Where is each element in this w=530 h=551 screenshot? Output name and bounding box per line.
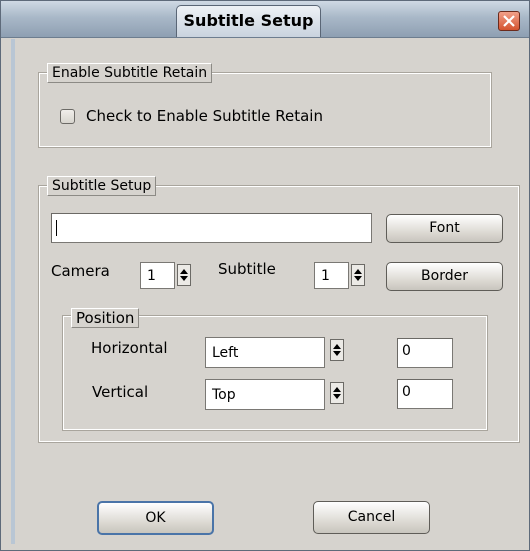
spinner-arrows-icon <box>354 269 362 281</box>
vertical-label: Vertical <box>92 383 149 401</box>
vertical-offset-input[interactable]: 0 <box>397 379 453 409</box>
spinner-arrows-icon <box>333 344 341 356</box>
subtitle-setup-dialog: Subtitle Setup Enable Subtitle Retain Ch… <box>0 0 530 551</box>
position-group <box>62 315 488 431</box>
window-side-strip <box>11 39 15 544</box>
retain-checkbox-label[interactable]: Check to Enable Subtitle Retain <box>86 107 323 125</box>
title-bar[interactable]: Subtitle Setup <box>1 1 529 38</box>
horizontal-spinner[interactable] <box>330 339 344 361</box>
horizontal-label: Horizontal <box>91 339 168 357</box>
subtitle-spinner[interactable] <box>351 264 365 286</box>
close-button[interactable] <box>498 11 520 31</box>
horizontal-offset-input[interactable]: 0 <box>397 338 453 368</box>
subtitle-setup-group-label: Subtitle Setup <box>47 176 157 196</box>
camera-spinner[interactable] <box>177 264 191 286</box>
retain-group-label: Enable Subtitle Retain <box>47 63 213 83</box>
spinner-arrows-icon <box>333 387 341 399</box>
ok-button[interactable]: OK <box>97 501 214 535</box>
subtitle-text-input[interactable] <box>51 213 372 243</box>
camera-label: Camera <box>51 262 110 280</box>
vertical-spinner[interactable] <box>330 382 344 404</box>
retain-checkbox[interactable] <box>60 109 75 124</box>
subtitle-number-value[interactable]: 1 <box>314 262 349 289</box>
spinner-arrows-icon <box>180 269 188 281</box>
border-button[interactable]: Border <box>386 262 503 291</box>
font-button[interactable]: Font <box>386 214 503 243</box>
window-title: Subtitle Setup <box>176 5 321 37</box>
position-group-label: Position <box>71 308 140 328</box>
camera-value[interactable]: 1 <box>140 262 175 289</box>
vertical-select[interactable]: Top <box>205 379 325 410</box>
text-cursor <box>56 220 57 236</box>
subtitle-label: Subtitle <box>218 260 276 278</box>
cancel-button[interactable]: Cancel <box>313 501 430 534</box>
close-icon <box>503 15 515 27</box>
horizontal-select[interactable]: Left <box>205 337 325 368</box>
